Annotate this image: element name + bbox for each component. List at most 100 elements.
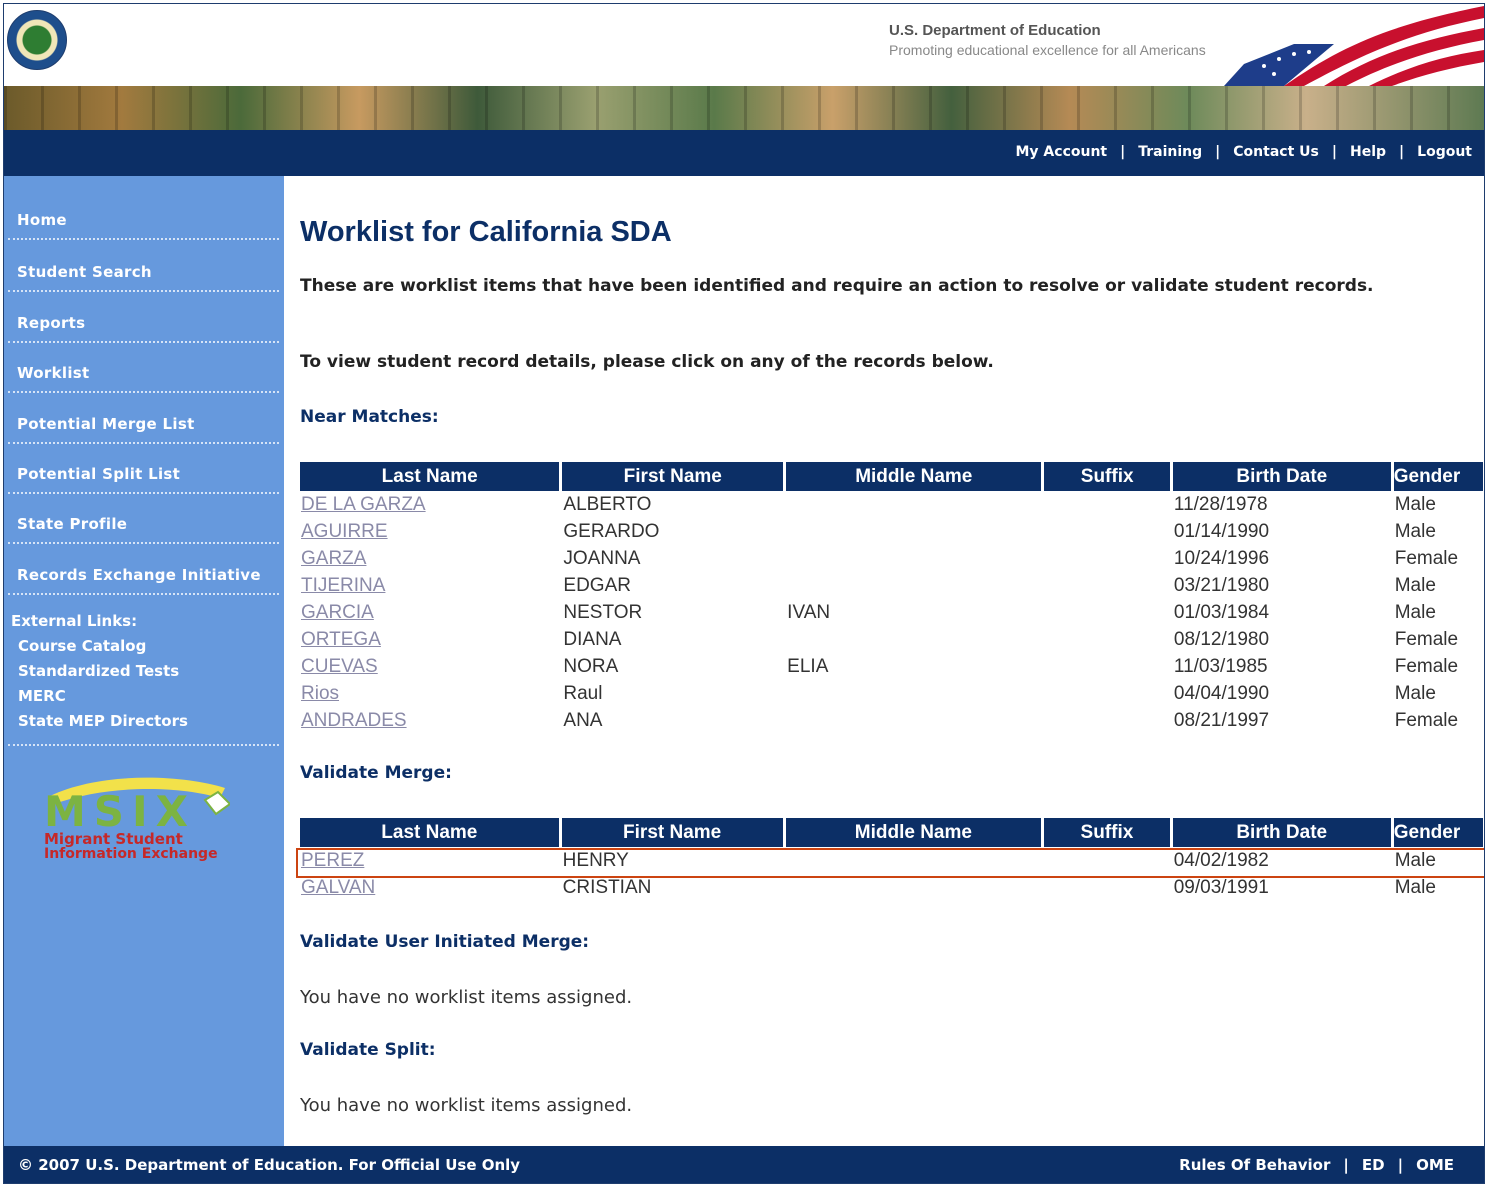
suffix-cell (1044, 626, 1170, 653)
sidebar-item-student-search[interactable]: Student Search (8, 242, 279, 292)
sidebar-item-label: Potential Merge List (17, 415, 195, 433)
table-row[interactable]: GALVAN CRISTIAN 09/03/1991 Male (300, 874, 1483, 901)
suffix-cell (1044, 707, 1170, 734)
suffix-cell (1044, 572, 1170, 599)
birth-date-cell: 01/14/1990 (1173, 520, 1270, 542)
column-header-gender[interactable]: Gender (1393, 818, 1483, 847)
validate-split-heading: Validate Split: (300, 1040, 436, 1060)
middle-name-cell (786, 680, 1041, 707)
last-name-link[interactable]: ANDRADES (301, 710, 407, 731)
middle-name-cell (786, 874, 1041, 901)
column-header-last-name[interactable]: Last Name (300, 818, 559, 847)
column-header-birth-date[interactable]: Birth Date (1172, 462, 1391, 491)
msix-logo: MSIX Migrant Student Information Exchang… (40, 774, 232, 864)
table-row[interactable]: AGUIRRE GERARDO 01/14/1990 Male (300, 518, 1483, 545)
suffix-cell (1044, 599, 1170, 626)
ed-link[interactable]: ED (1362, 1156, 1385, 1174)
column-header-middle-name[interactable]: Middle Name (786, 462, 1042, 491)
last-name-link[interactable]: DE LA GARZA (301, 494, 426, 515)
birth-date-cell: 08/12/1980 (1173, 628, 1270, 650)
column-header-first-name[interactable]: First Name (562, 462, 784, 491)
validate-user-merge-heading: Validate User Initiated Merge: (300, 932, 590, 952)
birth-date-cell: 11/28/1978 (1173, 493, 1268, 515)
sidebar-item-label: Records Exchange Initiative (17, 566, 261, 584)
footer-separator: | (1343, 1156, 1349, 1174)
column-header-birth-date[interactable]: Birth Date (1172, 818, 1391, 847)
sidebar-item-worklist[interactable]: Worklist (8, 343, 279, 393)
copyright-text: © 2007 U.S. Department of Education. For… (18, 1156, 521, 1174)
sidebar-item-label: Reports (17, 314, 86, 332)
birth-date-cell: 08/21/1997 (1173, 709, 1270, 731)
last-name-link[interactable]: GARCIA (301, 602, 374, 623)
last-name-link[interactable]: Rios (301, 683, 339, 704)
last-name-link[interactable]: CUEVAS (301, 656, 378, 677)
suffix-cell (1044, 653, 1170, 680)
agency-tagline: Promoting educational excellence for all… (889, 42, 1206, 58)
sidebar-item-records-exchange-initiative[interactable]: Records Exchange Initiative (8, 545, 279, 595)
page-title: Worklist for California SDA (300, 216, 672, 248)
column-header-first-name[interactable]: First Name (561, 818, 783, 847)
rules-of-behavior-link[interactable]: Rules Of Behavior (1179, 1156, 1330, 1174)
table-row[interactable]: GARCIA NESTOR IVAN 01/03/1984 Male (300, 599, 1483, 626)
ome-link[interactable]: OME (1416, 1156, 1454, 1174)
us-flag-banner (1224, 4, 1484, 86)
standardized-tests-link[interactable]: Standardized Tests (18, 662, 179, 680)
column-header-suffix[interactable]: Suffix (1044, 818, 1170, 847)
table-row[interactable]: DE LA GARZA ALBERTO 11/28/1978 Male (300, 491, 1483, 518)
agency-title: U.S. Department of Education (889, 22, 1101, 39)
suffix-cell (1044, 518, 1170, 545)
training-link[interactable]: Training (1138, 144, 1202, 160)
department-seal-logo[interactable] (7, 10, 67, 70)
near-matches-table: Last Name First Name Middle Name Suffix … (297, 462, 1484, 734)
birth-date-cell: 01/03/1984 (1173, 601, 1270, 623)
last-name-link[interactable]: GARZA (301, 548, 366, 569)
suffix-cell (1044, 491, 1170, 518)
sidebar-item-label: Home (17, 211, 67, 229)
suffix-cell (1044, 680, 1170, 707)
middle-name-cell (786, 572, 1041, 599)
sidebar-item-potential-merge-list[interactable]: Potential Merge List (8, 394, 279, 444)
sidebar-item-label: State Profile (17, 515, 128, 533)
sidebar-item-potential-split-list[interactable]: Potential Split List (8, 444, 279, 494)
first-name-cell: JOANNA (563, 547, 641, 569)
sidebar-item-home[interactable]: Home (8, 190, 279, 240)
gender-cell: Female (1394, 547, 1459, 569)
last-name-link[interactable]: TIJERINA (301, 575, 385, 596)
middle-name-cell: IVAN (787, 601, 831, 623)
sidebar-item-state-profile[interactable]: State Profile (8, 494, 279, 544)
main-content: Worklist for California SDA These are wo… (296, 176, 1484, 1146)
my-account-link[interactable]: My Account (1016, 144, 1108, 160)
birth-date-cell: 04/04/1990 (1173, 682, 1270, 704)
footer-separator: | (1397, 1156, 1404, 1174)
sidebar-item-reports[interactable]: Reports (8, 293, 279, 343)
table-header-row: Last Name First Name Middle Name Suffix … (300, 462, 1483, 491)
last-name-link[interactable]: GALVAN (301, 877, 375, 898)
first-name-cell: CRISTIAN (562, 876, 652, 898)
column-header-last-name[interactable]: Last Name (300, 462, 560, 491)
suffix-cell (1044, 545, 1170, 572)
table-row[interactable]: TIJERINA EDGAR 03/21/1980 Male (300, 572, 1483, 599)
table-row[interactable]: ANDRADES ANA 08/21/1997 Female (300, 707, 1483, 734)
table-row[interactable]: Rios Raul 04/04/1990 Male (300, 680, 1483, 707)
table-row[interactable]: CUEVAS NORA ELIA 11/03/1985 Female (300, 653, 1483, 680)
first-name-cell: NORA (563, 655, 619, 677)
help-link[interactable]: Help (1350, 144, 1386, 160)
birth-date-cell: 03/21/1980 (1173, 574, 1270, 596)
contact-us-link[interactable]: Contact Us (1233, 144, 1319, 160)
table-row[interactable]: ORTEGA DIANA 08/12/1980 Female (300, 626, 1483, 653)
last-name-link[interactable]: AGUIRRE (301, 521, 388, 542)
course-catalog-link[interactable]: Course Catalog (18, 637, 146, 655)
column-header-middle-name[interactable]: Middle Name (785, 818, 1042, 847)
middle-name-cell (786, 491, 1041, 518)
logout-link[interactable]: Logout (1417, 144, 1472, 160)
nav-separator: | (1120, 144, 1126, 160)
column-header-suffix[interactable]: Suffix (1044, 462, 1170, 491)
last-name-link[interactable]: ORTEGA (301, 629, 381, 650)
state-mep-directors-link[interactable]: State MEP Directors (18, 712, 188, 730)
table-row[interactable]: GARZA JOANNA 10/24/1996 Female (300, 545, 1483, 572)
middle-name-cell (786, 545, 1041, 572)
merc-link[interactable]: MERC (18, 687, 66, 705)
column-header-gender[interactable]: Gender (1393, 462, 1483, 491)
gender-cell: Male (1394, 520, 1436, 542)
sidebar-item-label: Potential Split List (17, 465, 181, 483)
